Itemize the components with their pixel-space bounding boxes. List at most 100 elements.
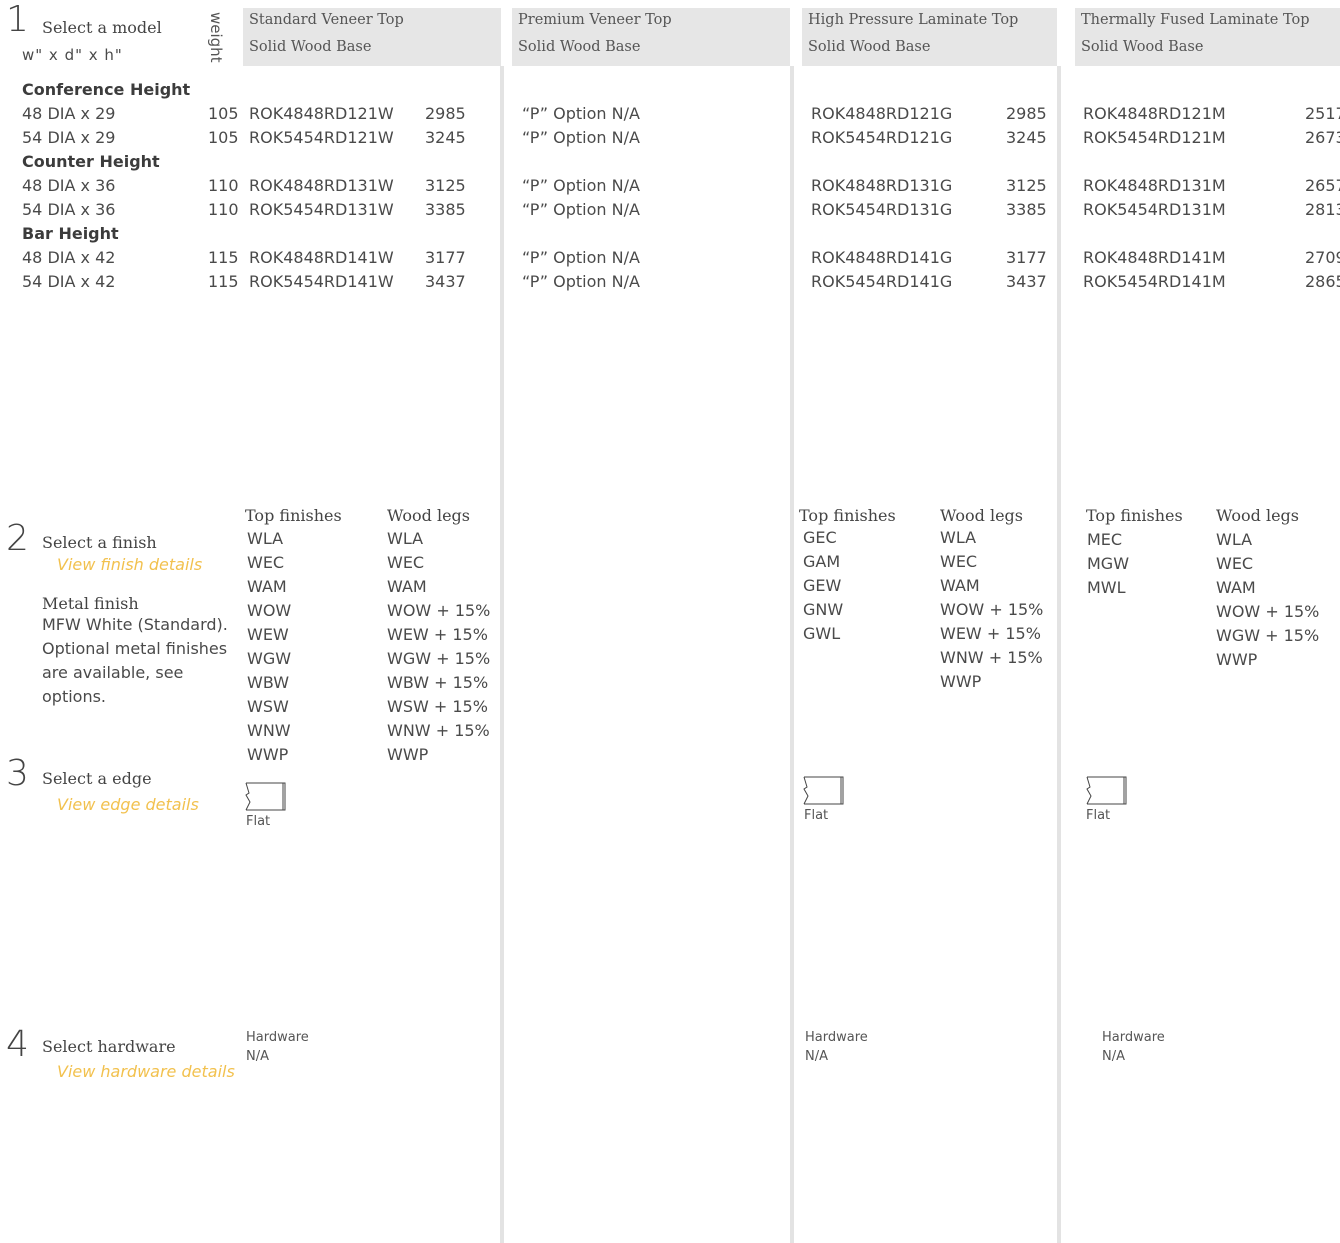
column-header-line2: Solid Wood Base: [518, 39, 641, 55]
finish-option[interactable]: WBW: [247, 671, 291, 695]
model-cell[interactable]: ROK5454RD121G: [811, 126, 952, 150]
finish-option[interactable]: WOW + 15%: [940, 598, 1043, 622]
finish-option[interactable]: WEW: [247, 623, 291, 647]
price-cell: 2673: [1305, 128, 1340, 147]
finish-option[interactable]: WLA: [247, 527, 291, 551]
column-divider: [1057, 66, 1061, 1243]
weight-cell: 110: [208, 200, 239, 219]
price-cell: 3177: [1006, 248, 1047, 267]
hardware-label: Hardware: [805, 1030, 868, 1045]
model-cell[interactable]: ROK5454RD141G: [811, 270, 952, 294]
finish-option[interactable]: WAM: [387, 575, 490, 599]
model-cell[interactable]: ROK4848RD131M: [1083, 174, 1226, 198]
model-cell[interactable]: ROK5454RD121W: [249, 126, 394, 150]
price-cell: 2985: [425, 104, 466, 123]
finish-option[interactable]: MGW: [1087, 552, 1129, 576]
flat-edge-icon[interactable]: [1086, 776, 1128, 810]
view-hardware-details-link[interactable]: View hardware details: [57, 1062, 235, 1081]
flat-edge-icon[interactable]: [803, 776, 845, 810]
finish-option[interactable]: GWL: [803, 622, 843, 646]
column-divider: [500, 66, 504, 1243]
model-cell[interactable]: ROK4848RD121M: [1083, 102, 1226, 126]
finish-option[interactable]: WSW: [247, 695, 291, 719]
flat-edge-icon[interactable]: [245, 782, 287, 816]
weight-cell: 105: [208, 128, 239, 147]
column-header-line2: Solid Wood Base: [808, 39, 931, 55]
model-cell[interactable]: ROK5454RD121M: [1083, 126, 1226, 150]
finish-option[interactable]: WAM: [1216, 576, 1319, 600]
hardware-value: N/A: [805, 1049, 828, 1064]
finish-option[interactable]: WAM: [247, 575, 291, 599]
finish-option[interactable]: WEC: [1216, 552, 1319, 576]
finish-option[interactable]: WWP: [247, 743, 291, 767]
step-number: 2: [6, 518, 29, 559]
view-finish-details-link[interactable]: View finish details: [57, 555, 202, 574]
column-divider: [790, 66, 794, 1243]
metal-finish-line: are available, see: [42, 663, 184, 682]
finish-option[interactable]: WGW + 15%: [387, 647, 490, 671]
top-finishes-heading: Top finishes: [245, 506, 342, 525]
finish-option[interactable]: GNW: [803, 598, 843, 622]
step-title: Select a finish: [42, 533, 157, 552]
finish-option[interactable]: GAM: [803, 550, 843, 574]
finish-option[interactable]: GEC: [803, 526, 843, 550]
top-finishes-heading: Top finishes: [1086, 506, 1183, 525]
finish-option[interactable]: GEW: [803, 574, 843, 598]
model-cell[interactable]: ROK5454RD131W: [249, 198, 394, 222]
model-cell[interactable]: ROK5454RD141W: [249, 270, 394, 294]
model-cell[interactable]: ROK4848RD131G: [811, 174, 952, 198]
price-cell: 3125: [425, 176, 466, 195]
model-cell[interactable]: ROK5454RD131M: [1083, 198, 1226, 222]
view-edge-details-link[interactable]: View edge details: [57, 795, 199, 814]
finish-option[interactable]: WGW + 15%: [1216, 624, 1319, 648]
model-cell[interactable]: ROK4848RD121G: [811, 102, 952, 126]
size-cell: 54 DIA x 36: [22, 200, 116, 219]
finish-option[interactable]: WEW + 15%: [387, 623, 490, 647]
hardware-label: Hardware: [1102, 1030, 1165, 1045]
column-header-hpl: High Pressure Laminate Top Solid Wood Ba…: [802, 8, 1057, 66]
model-cell[interactable]: ROK5454RD131G: [811, 198, 952, 222]
group-label: Counter Height: [22, 152, 160, 171]
finish-option[interactable]: WWP: [940, 670, 1043, 694]
finish-option[interactable]: WEW + 15%: [940, 622, 1043, 646]
price-cell: 3245: [1006, 128, 1047, 147]
finish-option[interactable]: WEC: [940, 550, 1043, 574]
finish-option[interactable]: WNW + 15%: [940, 646, 1043, 670]
finish-option[interactable]: WWP: [1216, 648, 1319, 672]
column-header-premium-veneer: Premium Veneer Top Solid Wood Base: [512, 8, 790, 66]
tfl-top-finish-list: MEC MGW MWL: [1087, 528, 1129, 600]
finish-option[interactable]: WLA: [1216, 528, 1319, 552]
finish-option[interactable]: WGW: [247, 647, 291, 671]
model-cell[interactable]: ROK4848RD131W: [249, 174, 394, 198]
model-cell[interactable]: ROK4848RD141G: [811, 246, 952, 270]
price-cell: 3385: [1006, 200, 1047, 219]
hardware-value: N/A: [1102, 1049, 1125, 1064]
finish-option[interactable]: WOW + 15%: [387, 599, 490, 623]
weight-cell: 115: [208, 272, 239, 291]
price-cell: 3437: [1006, 272, 1047, 291]
finish-option[interactable]: WLA: [940, 526, 1043, 550]
finish-option[interactable]: WEC: [247, 551, 291, 575]
finish-option[interactable]: MEC: [1087, 528, 1129, 552]
weight-cell: 110: [208, 176, 239, 195]
model-cell[interactable]: ROK5454RD141M: [1083, 270, 1226, 294]
premium-na-cell: “P” Option N/A: [522, 200, 640, 219]
hpl-legs-finish-list: WLA WEC WAM WOW + 15% WEW + 15% WNW + 15…: [940, 526, 1043, 694]
finish-option[interactable]: WLA: [387, 527, 490, 551]
tfl-legs-finish-list: WLA WEC WAM WOW + 15% WGW + 15% WWP: [1216, 528, 1319, 672]
finish-option[interactable]: WOW: [247, 599, 291, 623]
model-cell[interactable]: ROK4848RD141M: [1083, 246, 1226, 270]
finish-option[interactable]: WSW + 15%: [387, 695, 490, 719]
finish-option[interactable]: WAM: [940, 574, 1043, 598]
finish-option[interactable]: MWL: [1087, 576, 1129, 600]
wood-legs-heading: Wood legs: [940, 506, 1023, 525]
model-cell[interactable]: ROK4848RD121W: [249, 102, 394, 126]
finish-option[interactable]: WBW + 15%: [387, 671, 490, 695]
finish-option[interactable]: WWP: [387, 743, 490, 767]
finish-option[interactable]: WNW: [247, 719, 291, 743]
edge-label: Flat: [804, 808, 829, 823]
model-cell[interactable]: ROK4848RD141W: [249, 246, 394, 270]
finish-option[interactable]: WOW + 15%: [1216, 600, 1319, 624]
finish-option[interactable]: WEC: [387, 551, 490, 575]
finish-option[interactable]: WNW + 15%: [387, 719, 490, 743]
